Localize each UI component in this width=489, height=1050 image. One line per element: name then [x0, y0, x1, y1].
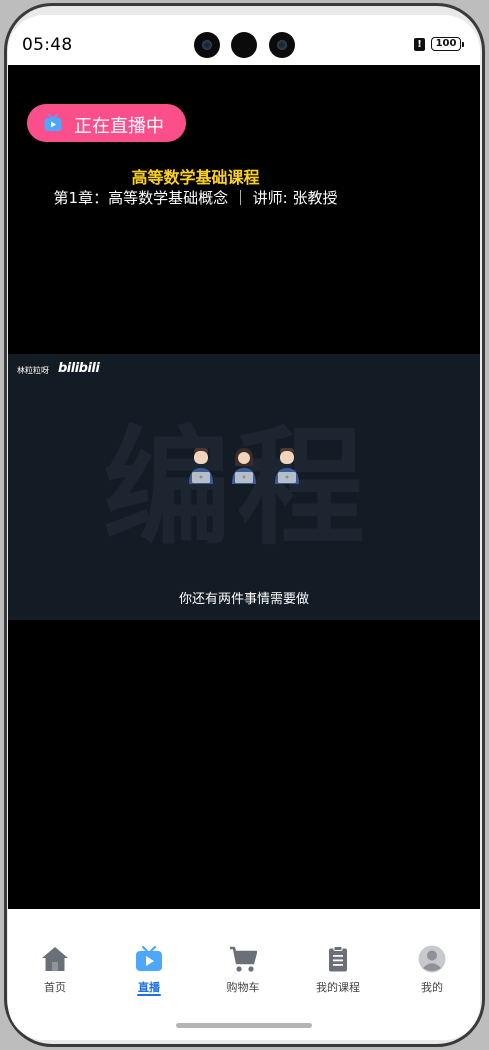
uploader-name: 林粒粒呀 — [17, 366, 49, 375]
tab-label: 我的课程 — [316, 981, 360, 994]
tab-label: 我的 — [421, 981, 443, 994]
tab-profile[interactable]: 我的 — [387, 945, 477, 995]
tab-label: 直播 — [138, 981, 160, 994]
tab-cart[interactable]: 购物车 — [198, 945, 288, 995]
status-time: 05:48 — [22, 35, 73, 55]
home-indicator[interactable] — [176, 1023, 312, 1028]
live-badge-label: 正在直播中 — [74, 116, 164, 137]
screen: 05:48 ! 100 正在直播中 高等数学基础课程 第1章：高等数学基础概念 … — [8, 15, 480, 1040]
tab-label: 购物车 — [226, 981, 260, 994]
cart-icon — [230, 946, 257, 972]
bottom-tab-bar: 首页 直播 购物车 我的课程 我的 — [8, 909, 480, 1040]
home-icon — [42, 947, 68, 971]
developer-emoji-group — [186, 446, 306, 488]
developer-icon — [232, 448, 256, 484]
front-camera-icon — [269, 32, 295, 58]
tv-icon — [44, 114, 62, 131]
battery-icon: 100 — [431, 37, 461, 51]
course-subtitle: 第1章：高等数学基础概念 ｜ 讲师: 张教授 — [53, 189, 338, 207]
course-title: 高等数学基础课程 — [131, 168, 260, 187]
live-status-badge[interactable]: 正在直播中 — [27, 104, 186, 142]
user-avatar-icon — [418, 945, 446, 973]
developer-icon — [189, 448, 213, 484]
tab-my-courses[interactable]: 我的课程 — [293, 945, 383, 995]
device-frame: 05:48 ! 100 正在直播中 高等数学基础课程 第1章：高等数学基础概念 … — [0, 0, 489, 1050]
bilibili-logo: bilibili — [58, 361, 100, 376]
tab-live[interactable]: 直播 — [104, 945, 194, 995]
tv-icon — [136, 945, 162, 971]
tab-home[interactable]: 首页 — [10, 945, 100, 995]
battery-tip — [462, 42, 464, 47]
front-camera-icon — [194, 32, 220, 58]
front-sensor-icon — [231, 32, 257, 58]
alert-icon: ! — [414, 38, 425, 51]
live-video-area[interactable]: 正在直播中 高等数学基础课程 第1章：高等数学基础概念 ｜ 讲师: 张教授 编程… — [8, 65, 480, 909]
clipboard-icon — [329, 946, 347, 972]
active-tab-indicator — [137, 994, 161, 996]
video-player[interactable]: 编程 林粒粒呀 bilibili 你还有两件事情需要做 — [8, 354, 480, 620]
video-caption: 你还有两件事情需要做 — [178, 592, 309, 607]
status-bar: 05:48 ! 100 — [8, 15, 480, 65]
tab-label: 首页 — [44, 981, 66, 994]
developer-icon — [275, 448, 299, 484]
